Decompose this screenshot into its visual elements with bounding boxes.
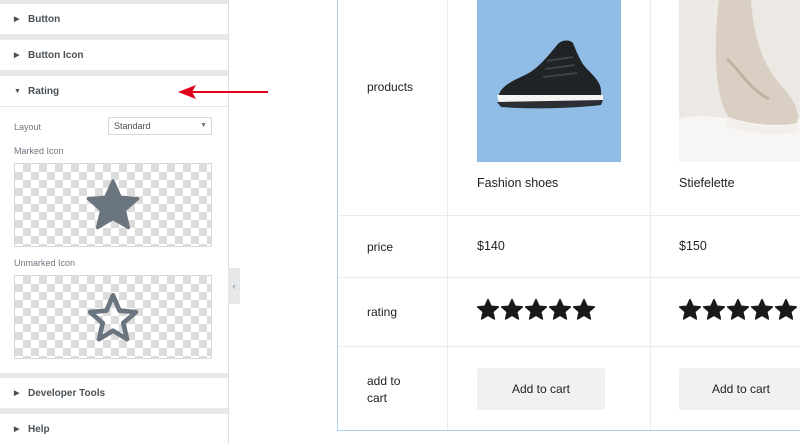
section-rating-label: Rating <box>28 85 60 97</box>
star-outline-icon <box>87 292 139 342</box>
marked-icon-picker[interactable] <box>14 163 212 247</box>
unmarked-icon-picker[interactable] <box>14 275 212 359</box>
star-icon <box>572 298 596 320</box>
section-button-icon[interactable]: ▶ Button Icon <box>0 40 228 70</box>
caret-right-icon: ▶ <box>14 16 20 23</box>
star-icon <box>524 298 548 320</box>
star-icon <box>500 298 524 320</box>
section-developer-tools-label: Developer Tools <box>28 387 106 399</box>
caret-right-icon: ▶ <box>14 426 20 433</box>
product-price: $140 <box>477 239 505 253</box>
row-divider <box>338 277 800 278</box>
row-label-rating: rating <box>367 305 398 319</box>
star-icon <box>476 298 500 320</box>
layout-select[interactable]: Standard ▼ <box>108 117 212 135</box>
product-image-stiefelette[interactable] <box>679 0 800 162</box>
star-icon <box>548 298 572 320</box>
product-image-fashion-shoes[interactable] <box>477 0 621 162</box>
section-help[interactable]: ▶ Help <box>0 414 228 444</box>
caret-down-icon: ▼ <box>14 87 21 95</box>
star-icon <box>678 298 702 320</box>
section-button[interactable]: ▶ Button <box>0 4 228 34</box>
boot-image <box>679 0 800 162</box>
product-rating <box>678 298 798 321</box>
collapse-panel-handle[interactable]: ‹ <box>228 268 240 304</box>
product-name[interactable]: Stiefelette <box>679 176 735 190</box>
star-icon <box>750 298 774 320</box>
add-to-cart-button[interactable]: Add to cart <box>679 368 800 410</box>
row-label-price: price <box>367 240 394 254</box>
editor-panel: ▶ Button ▶ Button Icon ▼ Rating Layout S… <box>0 0 229 444</box>
sneaker-image <box>497 40 603 109</box>
star-filled-icon <box>86 179 140 230</box>
section-help-label: Help <box>28 423 50 435</box>
dropdown-arrow-icon: ▼ <box>200 122 207 129</box>
row-label-products: products <box>367 80 414 94</box>
star-icon <box>702 298 726 320</box>
unmarked-icon-label: Unmarked Icon <box>14 258 76 268</box>
section-button-label: Button <box>28 13 61 25</box>
caret-right-icon: ▶ <box>14 52 20 59</box>
star-icon <box>726 298 750 320</box>
layout-label: Layout <box>14 122 42 132</box>
add-to-cart-button[interactable]: Add to cart <box>477 368 605 410</box>
section-button-icon-label: Button Icon <box>28 49 84 61</box>
comparison-table: products price rating add to cart Fashio… <box>337 0 800 431</box>
product-rating <box>476 298 596 321</box>
row-divider <box>338 215 800 216</box>
row-divider <box>338 346 800 347</box>
product-name[interactable]: Fashion shoes <box>477 176 558 190</box>
chevron-left-icon: ‹ <box>232 281 236 291</box>
product-price: $150 <box>679 239 707 253</box>
caret-right-icon: ▶ <box>14 390 20 397</box>
star-icon <box>774 298 798 320</box>
marked-icon-label: Marked Icon <box>14 146 64 156</box>
row-label-add-to-cart: add to cart <box>367 374 401 405</box>
annotation-arrow-icon <box>178 85 268 99</box>
rating-section-body: Layout Standard ▼ Marked Icon Unmarked I… <box>0 107 228 373</box>
section-developer-tools[interactable]: ▶ Developer Tools <box>0 378 228 408</box>
layout-select-value: Standard <box>114 121 151 131</box>
